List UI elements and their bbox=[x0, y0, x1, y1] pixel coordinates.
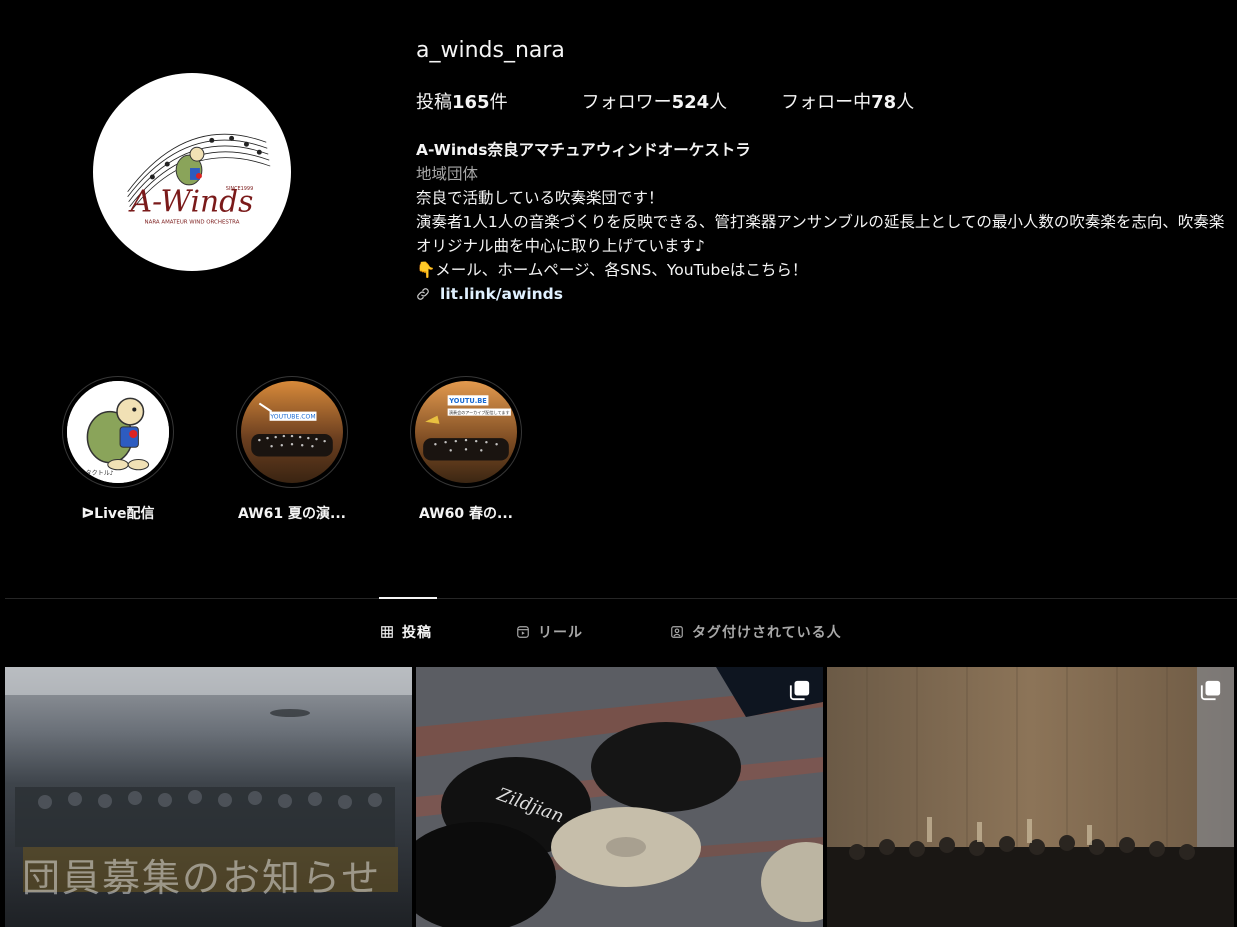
posts-unit: 件 bbox=[489, 92, 508, 113]
bio-category: 地域団体 bbox=[416, 165, 479, 183]
posts-number: 165 bbox=[452, 92, 490, 113]
profile-avatar[interactable]: A-Winds SINCE1999 NARA AMATEUR WIND ORCH… bbox=[93, 73, 291, 271]
profile-info: a_winds_nara 投稿165件 フォロワー524人 フォロー中78人 A… bbox=[416, 36, 1231, 306]
highlight-cover: YOUTU.BE 演奏会のアーカイブ配信してます bbox=[415, 381, 517, 483]
link-icon bbox=[417, 288, 429, 300]
highlight-ring: タクトル♪ bbox=[62, 376, 174, 488]
tab-posts-label: 投稿 bbox=[402, 625, 432, 641]
post-caption: 団員募集のお知らせ bbox=[22, 856, 382, 900]
highlight-ring: YOUTU.BE 演奏会のアーカイブ配信してます bbox=[410, 376, 522, 488]
following-label: フォロー中 bbox=[781, 92, 872, 113]
bio-line-2: 演奏者1人1人の音楽づくりを反映できる、管打楽器アンサンブルの延長上としての最小… bbox=[416, 213, 1225, 255]
post-thumbnail[interactable] bbox=[827, 667, 1234, 927]
svg-text:NARA AMATEUR WIND ORCHESTRA: NARA AMATEUR WIND ORCHESTRA bbox=[145, 219, 240, 225]
highlight-label: ᐅLive配信 bbox=[81, 506, 155, 522]
grid-icon bbox=[381, 626, 393, 638]
post-thumbnail[interactable]: 団員募集のお知らせ bbox=[5, 667, 412, 927]
group-photo-icon bbox=[827, 667, 1234, 927]
turtle-mascot-icon: タクトル♪ bbox=[67, 381, 169, 483]
following-number: 78 bbox=[871, 92, 897, 113]
cymbals-photo-icon: Zildjian bbox=[416, 667, 823, 927]
highlight-label: AW60 春の... bbox=[419, 506, 513, 522]
tab-posts[interactable]: 投稿 bbox=[380, 622, 432, 642]
highlight-aw61[interactable]: YOUTUBE.COM AW61 夏の演... bbox=[236, 376, 348, 523]
story-highlights: タクトル♪ ᐅLive配信 YOUTUBE.COM AW61 夏の演... YO… bbox=[62, 376, 584, 523]
highlight-cover: YOUTUBE.COM bbox=[241, 381, 343, 483]
svg-text:SINCE1999: SINCE1999 bbox=[226, 186, 253, 192]
tab-reels-label: リール bbox=[538, 625, 583, 641]
highlight-cover: タクトル♪ bbox=[67, 381, 169, 483]
bio-link[interactable]: lit.link/awinds bbox=[416, 282, 1231, 306]
svg-text:タクトル♪: タクトル♪ bbox=[85, 469, 113, 477]
concert-photo-icon: YOUTU.BE 演奏会のアーカイブ配信してます bbox=[415, 381, 517, 483]
svg-text:YOUTUBE.COM: YOUTUBE.COM bbox=[269, 414, 315, 421]
bio-link-text[interactable]: lit.link/awinds bbox=[440, 282, 563, 306]
tabs-divider bbox=[5, 598, 1237, 599]
posts-label: 投稿 bbox=[416, 92, 452, 113]
bio-line-3: 👇メール、ホームページ、各SNS、YouTubeはこちら！ bbox=[416, 261, 808, 279]
tab-tagged-label: タグ付けされている人 bbox=[692, 625, 842, 641]
tab-reels[interactable]: リール bbox=[516, 622, 583, 642]
reels-icon bbox=[517, 626, 529, 638]
profile-tabs: 投稿 リール タグ付けされている人 bbox=[0, 622, 1237, 644]
profile-bio: A-Winds奈良アマチュアウィンドオーケストラ 地域団体 奈良で活動している吹… bbox=[416, 138, 1231, 306]
following-link[interactable]: フォロー中78人 bbox=[781, 91, 914, 115]
highlight-ring: YOUTUBE.COM bbox=[236, 376, 348, 488]
highlight-aw60[interactable]: YOUTU.BE 演奏会のアーカイブ配信してます AW60 春の... bbox=[410, 376, 522, 523]
post-thumbnail[interactable]: Zildjian bbox=[416, 667, 823, 927]
highlight-label: AW61 夏の演... bbox=[238, 506, 346, 522]
profile-username[interactable]: a_winds_nara bbox=[416, 36, 1231, 66]
svg-text:演奏会のアーカイブ配信してます: 演奏会のアーカイブ配信してます bbox=[449, 409, 510, 415]
tagged-icon bbox=[671, 626, 683, 638]
followers-number: 524 bbox=[671, 92, 710, 113]
followers-link[interactable]: フォロワー524人 bbox=[582, 91, 728, 115]
bio-full-name: A-Winds奈良アマチュアウィンドオーケストラ bbox=[416, 141, 751, 159]
active-tab-indicator bbox=[379, 597, 437, 599]
svg-text:YOUTU.BE: YOUTU.BE bbox=[448, 397, 487, 405]
bio-line-1: 奈良で活動している吹奏楽団です！ bbox=[416, 189, 664, 207]
followers-unit: 人 bbox=[709, 92, 728, 113]
following-unit: 人 bbox=[896, 92, 915, 113]
multiple-posts-icon bbox=[1200, 680, 1221, 701]
tab-tagged[interactable]: タグ付けされている人 bbox=[670, 622, 842, 642]
profile-stats: 投稿165件 フォロワー524人 フォロー中78人 bbox=[416, 91, 1231, 115]
followers-label: フォロワー bbox=[581, 92, 672, 113]
highlight-live[interactable]: タクトル♪ ᐅLive配信 bbox=[62, 376, 174, 523]
posts-grid: 団員募集のお知らせ Zildjian bbox=[5, 667, 1237, 927]
multiple-posts-icon bbox=[789, 680, 810, 701]
a-winds-logo-icon: A-Winds SINCE1999 NARA AMATEUR WIND ORCH… bbox=[127, 133, 271, 225]
posts-count: 投稿165件 bbox=[416, 91, 508, 115]
concert-photo-icon: YOUTUBE.COM bbox=[241, 381, 343, 483]
